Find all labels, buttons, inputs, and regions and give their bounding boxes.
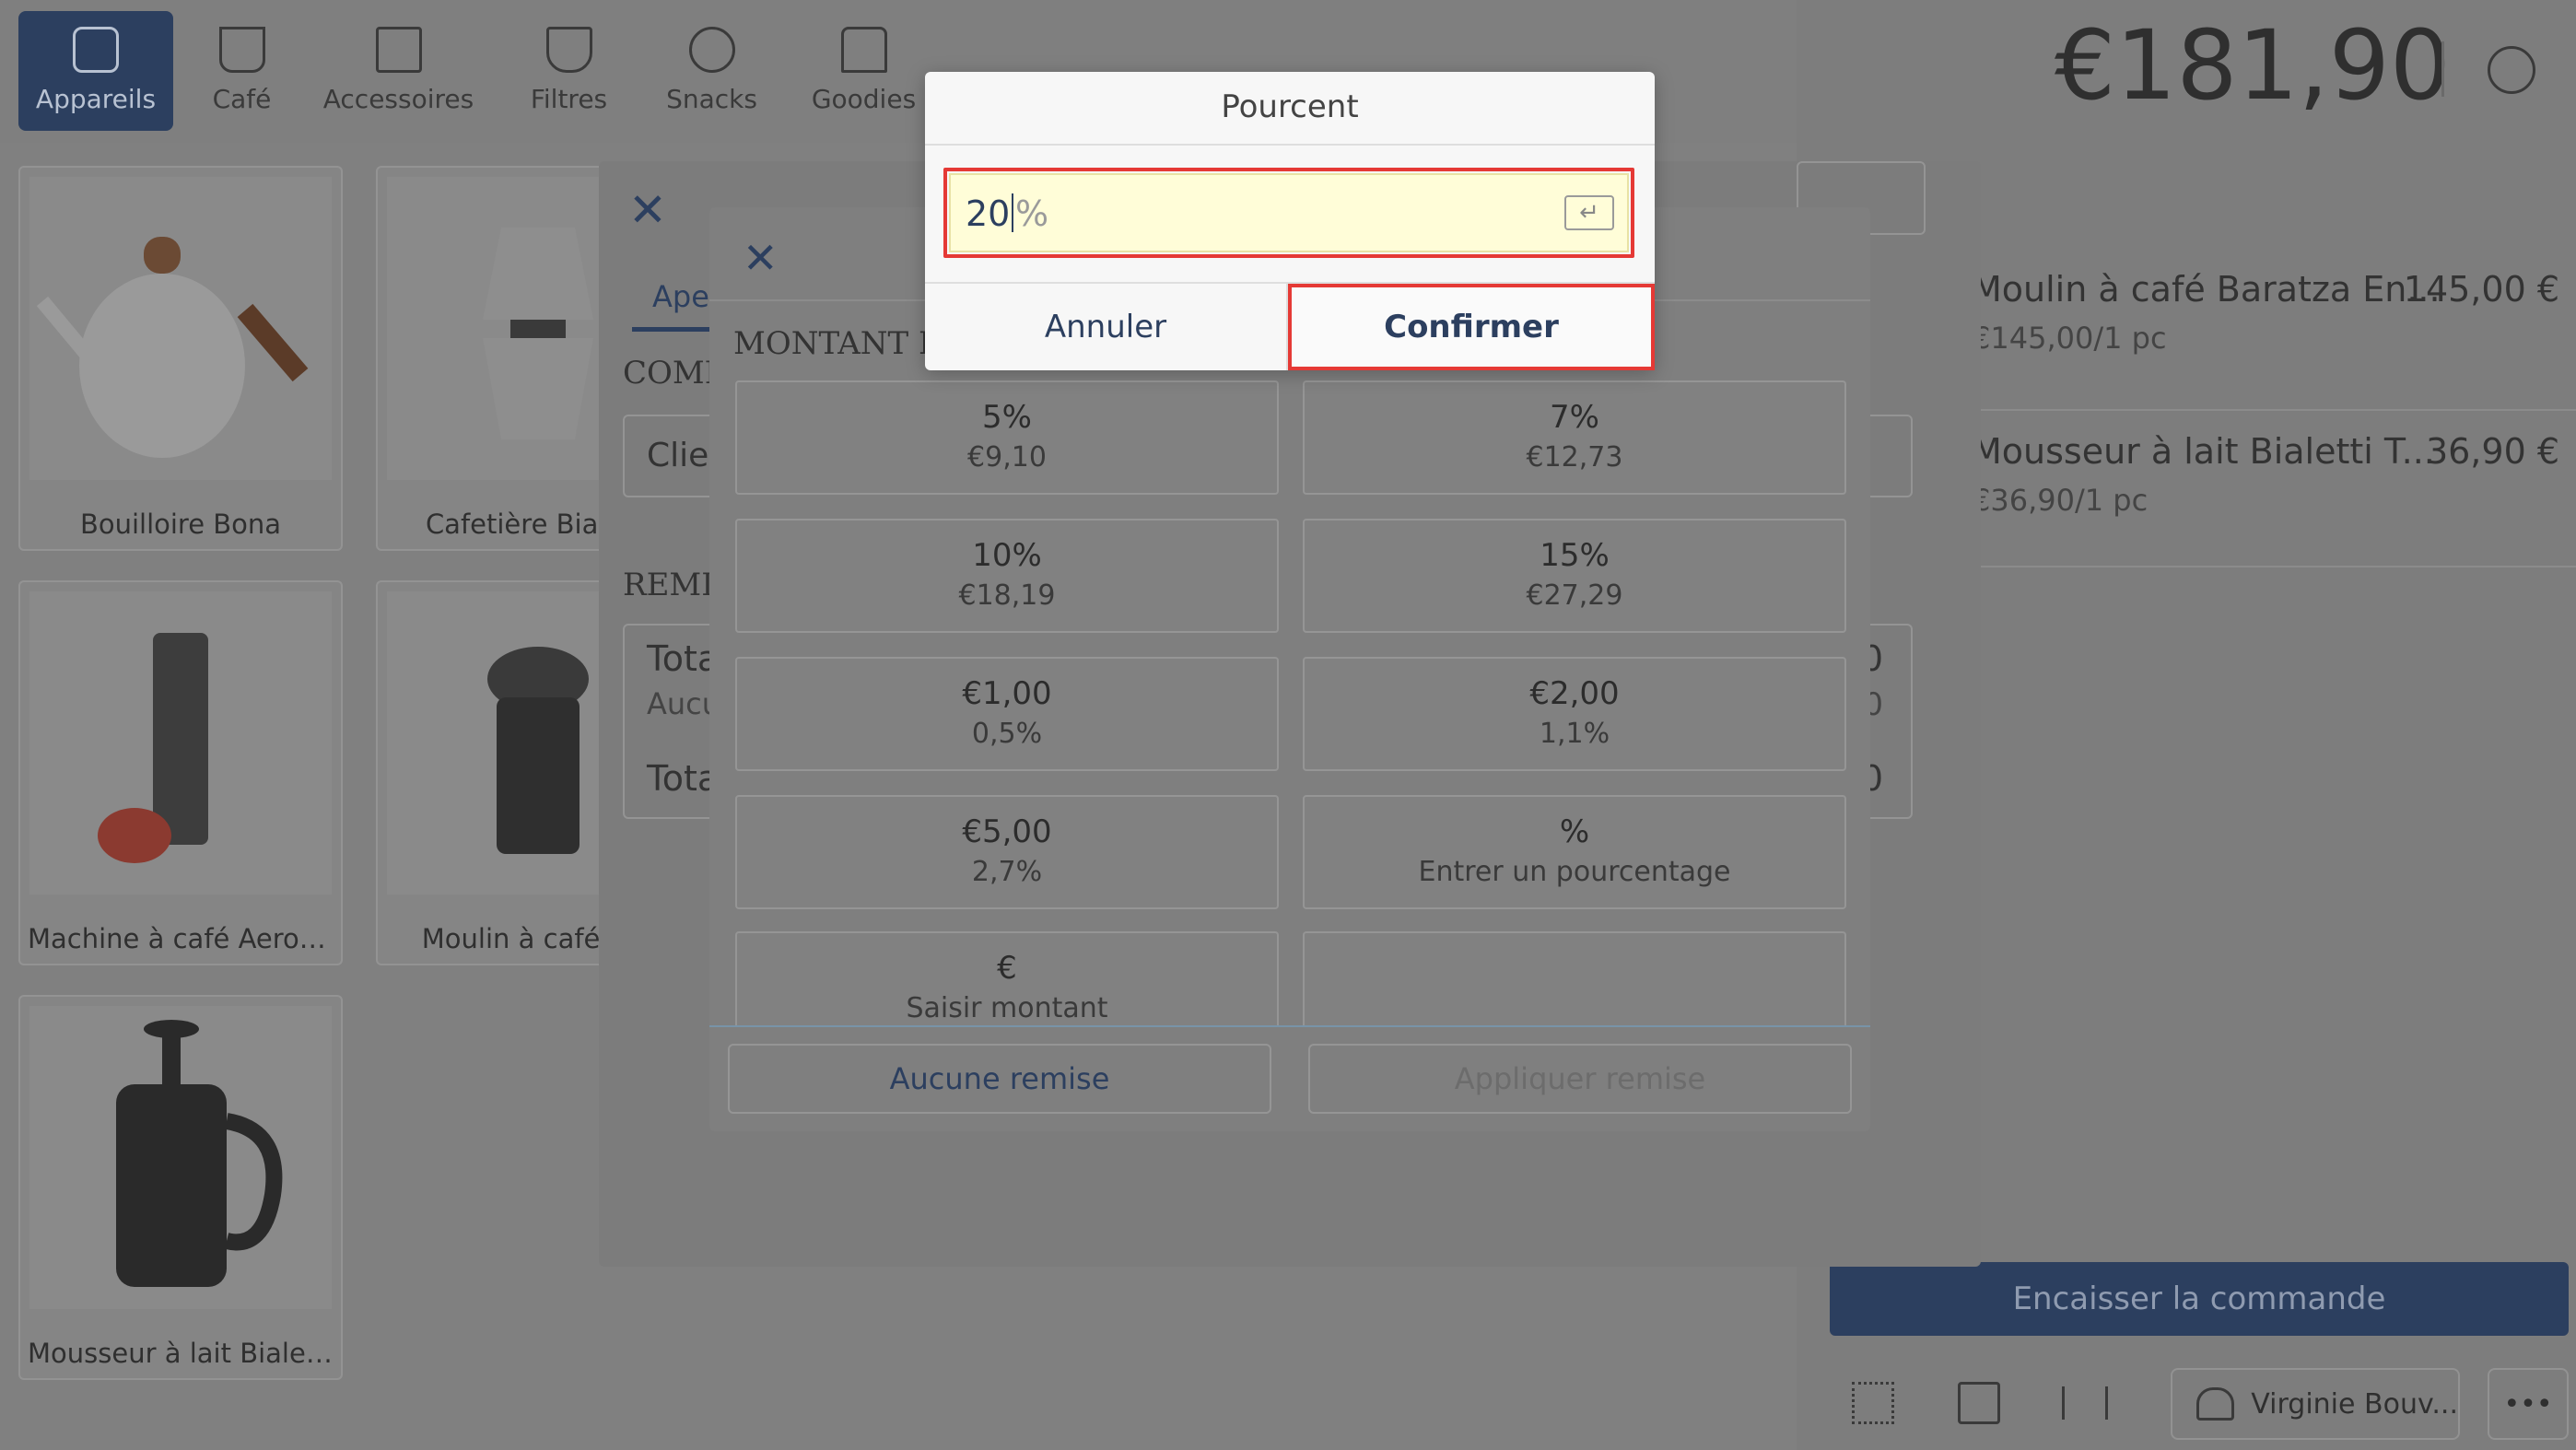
product-image	[29, 177, 332, 480]
option-sub: 2,7%	[971, 856, 1043, 888]
product-name: Bouilloire Bona	[79, 509, 282, 540]
category-label: Snacks	[666, 84, 757, 114]
cart-item-unit: €36,90/1 pc	[1972, 483, 2149, 518]
kettle-image	[36, 236, 309, 458]
product-name: Mousseur à lait Bialet...	[28, 1338, 341, 1369]
confirm-label: Confirmer	[1384, 309, 1559, 345]
category-tab-appareils[interactable]: Appareils	[18, 11, 173, 131]
option-main: €	[997, 950, 1017, 987]
users-icon	[2196, 1387, 2235, 1421]
discount-option-5eur[interactable]: €5,00 2,7%	[735, 795, 1279, 909]
confirm-button[interactable]: Confirmer	[1288, 284, 1655, 370]
order-divider	[2441, 41, 2444, 97]
percent-input-field[interactable]: 20 % ↵	[949, 173, 1629, 252]
close-icon[interactable]: ✕	[743, 237, 779, 279]
checkout-button[interactable]: Encaisser la commande	[1830, 1262, 2569, 1336]
apply-discount-label: Appliquer remise	[1454, 1061, 1706, 1096]
no-discount-button[interactable]: Aucune remise	[728, 1044, 1271, 1114]
more-icon: •••	[2503, 1387, 2553, 1421]
grid-icon[interactable]	[1852, 1382, 1894, 1424]
category-label: Goodies	[811, 84, 917, 114]
percent-input-value: 20	[966, 193, 1011, 234]
product-image	[29, 591, 332, 895]
option-main: %	[1559, 813, 1590, 850]
product-card-aeropress[interactable]: Machine à café AeroP...	[18, 580, 343, 965]
category-label: Café	[212, 84, 272, 114]
apply-discount-button[interactable]: Appliquer remise	[1308, 1044, 1852, 1114]
option-main: €2,00	[1529, 675, 1620, 712]
product-card-bouilloire[interactable]: Bouilloire Bona	[18, 166, 343, 551]
percent-dialog: Pourcent 20 % ↵ Annuler Confirmer	[925, 72, 1655, 370]
option-sub: €27,29	[1526, 579, 1623, 612]
house-icon	[375, 27, 422, 73]
pretzel-icon	[688, 27, 735, 73]
cart-item-unit: €145,00/1 pc	[1972, 321, 2167, 356]
text-cursor	[1012, 193, 1013, 232]
order-total: €181,90	[2055, 9, 2452, 122]
total-label-2: Tota	[647, 758, 720, 799]
discount-option-1eur[interactable]: €1,00 0,5%	[735, 657, 1279, 771]
enter-key-icon[interactable]: ↵	[1564, 195, 1614, 230]
option-sub: €18,19	[958, 579, 1056, 612]
option-sub: €12,73	[1526, 441, 1623, 474]
product-image	[29, 1006, 332, 1309]
option-main: 7%	[1550, 399, 1599, 436]
option-sub: €9,10	[967, 441, 1047, 474]
category-label: Appareils	[35, 84, 157, 114]
category-label: Filtres	[530, 84, 608, 114]
milk-frother-image	[116, 1019, 283, 1287]
option-sub: 0,5%	[971, 718, 1043, 750]
option-sub: Saisir montant	[906, 992, 1108, 1024]
option-main: €5,00	[962, 813, 1052, 850]
no-discount-label: Aucune remise	[889, 1061, 1110, 1096]
category-tab-cafe[interactable]: Café	[193, 11, 290, 131]
tshirt-icon	[840, 27, 887, 73]
coffee-cup-icon	[218, 27, 265, 73]
category-tab-accessoires[interactable]: Accessoires	[322, 11, 474, 131]
dialog-title: Pourcent	[1221, 88, 1359, 125]
cancel-button[interactable]: Annuler	[925, 284, 1286, 370]
option-main: 15%	[1540, 537, 1610, 574]
cart-item-name: Moulin à café Baratza En...	[1972, 269, 2441, 310]
history-icon[interactable]	[2488, 46, 2535, 94]
total-label: Tota	[647, 638, 720, 679]
option-main: 5%	[982, 399, 1032, 436]
discount-option-7pct[interactable]: 7% €12,73	[1303, 380, 1846, 495]
product-name: Machine à café AeroP...	[28, 923, 337, 954]
percent-suffix: %	[1015, 193, 1049, 234]
more-button[interactable]: •••	[2488, 1368, 2569, 1440]
cart-item-name: Mousseur à lait Bialetti T...	[1972, 431, 2435, 472]
discount-option-2eur[interactable]: €2,00 1,1%	[1303, 657, 1846, 771]
barcode-icon[interactable]	[2062, 1386, 2108, 1420]
category-tab-goodies[interactable]: Goodies	[802, 11, 926, 131]
option-sub: 1,1%	[1539, 718, 1610, 750]
appliance-icon	[73, 27, 119, 73]
checkout-label: Encaisser la commande	[2012, 1280, 2386, 1317]
discount-option-15pct[interactable]: 15% €27,29	[1303, 519, 1846, 633]
user-button[interactable]: Virginie Bouv...	[2171, 1368, 2460, 1440]
close-icon[interactable]: ✕	[628, 187, 667, 233]
option-sub: Entrer un pourcentage	[1418, 856, 1731, 888]
category-tab-snacks[interactable]: Snacks	[659, 11, 765, 131]
title-divider	[925, 144, 1655, 146]
user-name: Virginie Bouv...	[2251, 1387, 2458, 1421]
cancel-label: Annuler	[1044, 309, 1167, 345]
option-main: €1,00	[962, 675, 1052, 712]
cart-item-price: 36,90 €	[2425, 431, 2559, 472]
cart-item-price: 145,00 €	[2403, 269, 2559, 310]
product-card-mousseur[interactable]: Mousseur à lait Bialet...	[18, 995, 343, 1380]
pos-app: Appareils Café Accessoires Filtres Snack…	[0, 0, 2576, 1450]
filter-icon	[545, 27, 592, 73]
minus-icon[interactable]	[1958, 1382, 2000, 1424]
discount-option-custom-percent[interactable]: % Entrer un pourcentage	[1303, 795, 1846, 909]
discount-option-5pct[interactable]: 5% €9,10	[735, 380, 1279, 495]
category-tab-filtres[interactable]: Filtres	[516, 11, 622, 131]
option-main: 10%	[972, 537, 1042, 574]
client-label: Clie	[647, 437, 709, 474]
discount-option-10pct[interactable]: 10% €18,19	[735, 519, 1279, 633]
category-label: Accessoires	[322, 84, 474, 114]
aeropress-image	[98, 632, 208, 863]
